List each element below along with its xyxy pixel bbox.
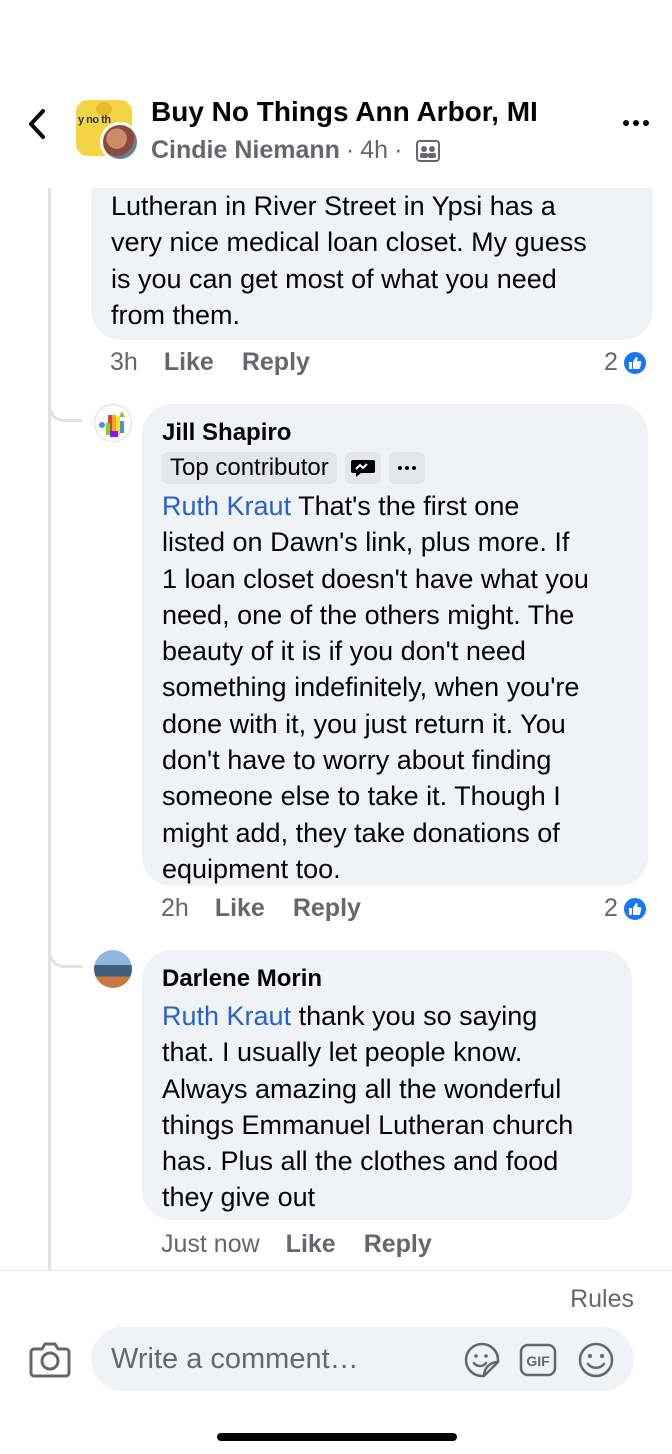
comment-actions: 3h Like Reply — [110, 348, 338, 377]
post-time: 4h — [360, 136, 389, 164]
author-avatar[interactable] — [100, 122, 140, 162]
comment-text: Ruth Kraut That's the first one listed o… — [162, 488, 630, 887]
comment-author[interactable]: Darlene Morin — [162, 964, 614, 994]
mention-link[interactable]: Ruth Kraut — [162, 1001, 291, 1031]
avatar[interactable] — [94, 950, 132, 988]
like-button[interactable]: Like — [286, 1230, 336, 1259]
comment-time: 3h — [110, 348, 138, 376]
meta-separator: · — [345, 136, 355, 164]
comment-body: thank you so saying that. I usually let … — [162, 1001, 574, 1213]
gif-label: GIF — [526, 1353, 550, 1369]
post-meta: Cindie Niemann · 4h · — [151, 136, 441, 165]
meta-separator-2: · — [394, 136, 403, 164]
like-reaction-icon — [621, 895, 648, 922]
reaction-summary[interactable]: 2 — [604, 894, 648, 923]
comment-body: That's the first one listed on Dawn's li… — [162, 491, 589, 884]
camera-icon[interactable] — [28, 1339, 72, 1379]
emoji-icon[interactable] — [577, 1341, 615, 1379]
group-name[interactable]: Buy No Things Ann Arbor, MI — [151, 96, 538, 128]
post-header: y no th Buy No Things Ann Arbor, MI Cind… — [0, 0, 672, 188]
reaction-count: 2 — [604, 894, 618, 922]
like-reaction-icon — [621, 349, 648, 376]
reaction-count: 2 — [604, 348, 618, 376]
sticker-icon[interactable] — [463, 1341, 501, 1379]
comment-time: 2h — [161, 894, 189, 922]
messenger-badge-icon[interactable] — [344, 452, 381, 484]
comment-actions: 2h Like Reply — [161, 894, 389, 923]
gif-icon[interactable]: GIF — [519, 1341, 557, 1379]
reply-button[interactable]: Reply — [293, 894, 361, 923]
back-chevron-icon[interactable] — [22, 106, 52, 142]
comment-composer-bar: Rules GIF — [0, 1270, 672, 1454]
comment-time: Just now — [161, 1230, 260, 1258]
top-contributor-badge[interactable]: Top contributor — [162, 452, 337, 484]
reply-button[interactable]: Reply — [242, 348, 310, 377]
thread-connector — [48, 400, 82, 422]
thread-connector — [48, 946, 82, 968]
more-icon[interactable] — [616, 108, 656, 138]
more-icon[interactable] — [388, 452, 425, 484]
avatar[interactable] — [94, 404, 132, 442]
mention-link[interactable]: Ruth Kraut — [162, 491, 291, 521]
comment-actions: Just now Like Reply — [161, 1230, 460, 1259]
rules-link[interactable]: Rules — [570, 1285, 634, 1314]
comment-author[interactable]: Jill Shapiro — [162, 418, 630, 448]
comment-bubble[interactable]: Darlene Morin Ruth Kraut thank you so sa… — [142, 950, 632, 1220]
post-author[interactable]: Cindie Niemann — [151, 136, 340, 165]
reaction-summary[interactable]: 2 — [604, 348, 648, 377]
comment-bubble[interactable]: Lutheran in River Street in Ypsi has a v… — [91, 168, 653, 340]
thread-line — [48, 188, 51, 1270]
like-button[interactable]: Like — [164, 348, 214, 377]
group-avatar-text: y no th — [78, 114, 111, 126]
privacy-group-icon — [416, 139, 441, 162]
comment-bubble[interactable]: Jill Shapiro Top contributor Ruth Kraut … — [142, 404, 648, 886]
home-indicator[interactable] — [217, 1433, 457, 1441]
comment-text: Lutheran in River Street in Ypsi has a v… — [111, 191, 587, 330]
comment-text: Ruth Kraut thank you so saying that. I u… — [162, 998, 614, 1216]
like-button[interactable]: Like — [215, 894, 265, 923]
comment-composer[interactable]: GIF — [91, 1327, 634, 1391]
author-badges: Top contributor — [162, 452, 630, 484]
comment-input[interactable] — [111, 1327, 451, 1391]
reply-button[interactable]: Reply — [364, 1230, 432, 1259]
